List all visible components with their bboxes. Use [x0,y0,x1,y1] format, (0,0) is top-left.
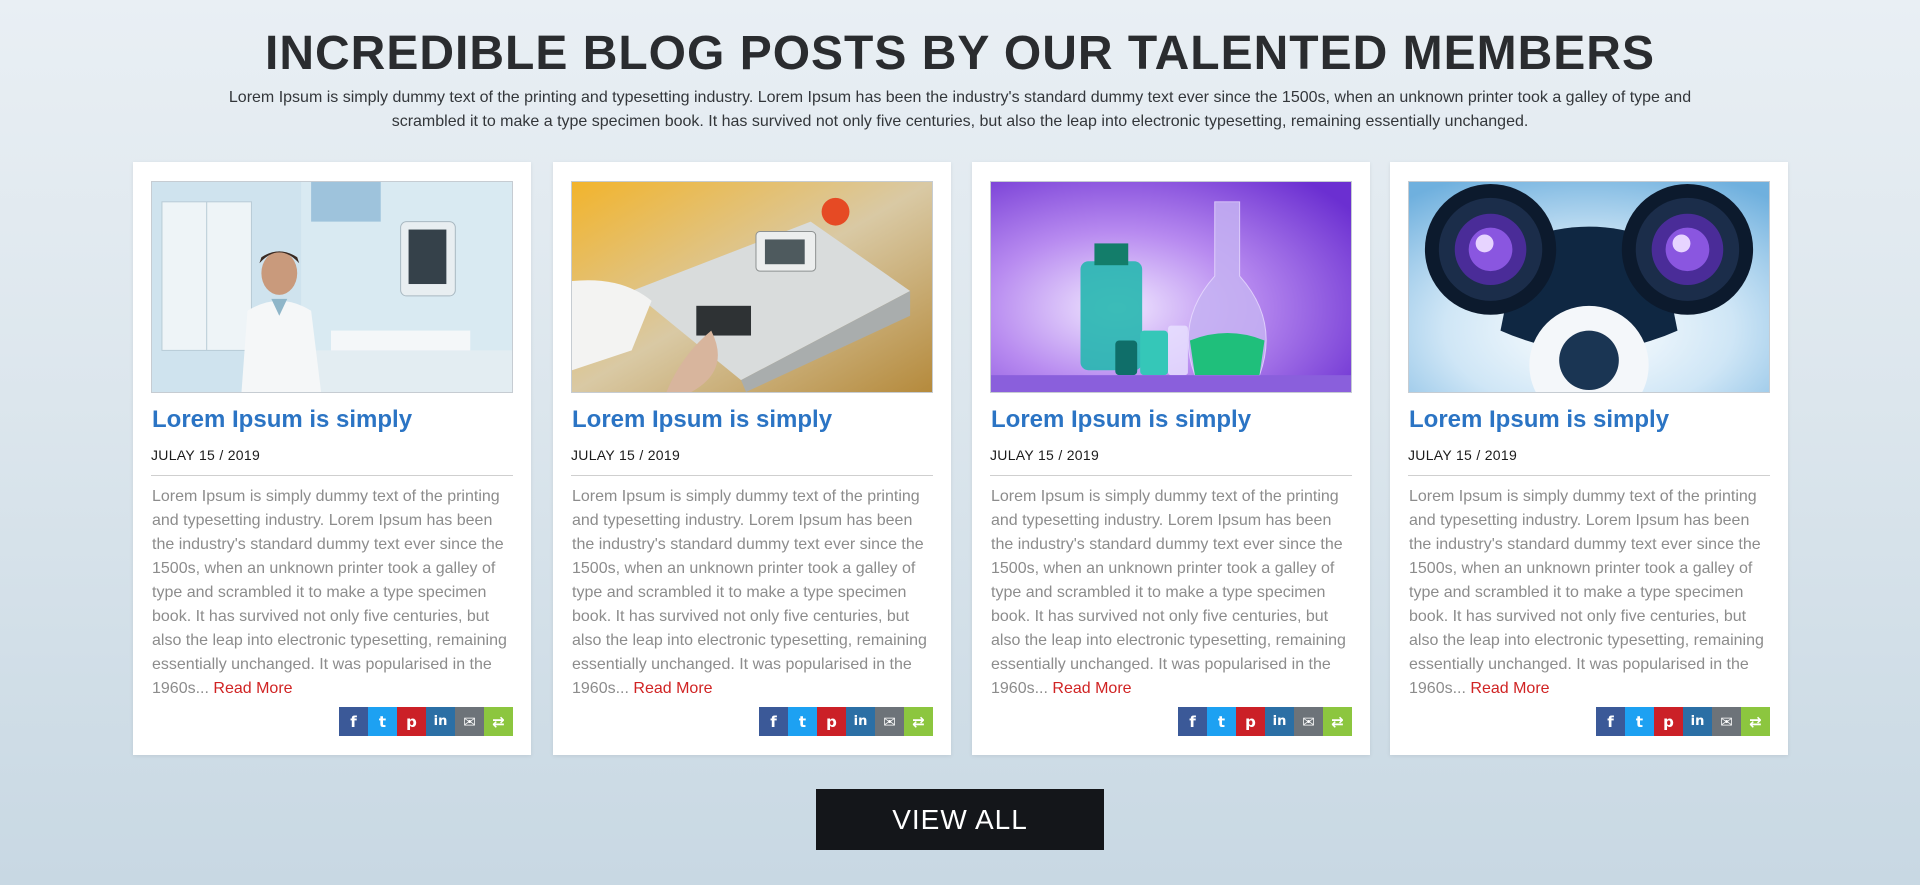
facebook-icon[interactable]: f [1596,707,1625,736]
email-icon[interactable]: ✉ [455,707,484,736]
post-excerpt: Lorem Ipsum is simply dummy text of the … [991,485,1355,701]
read-more-link[interactable]: Read More [213,680,292,697]
post-excerpt: Lorem Ipsum is simply dummy text of the … [1409,485,1773,701]
post-excerpt-text: Lorem Ipsum is simply dummy text of the … [572,488,927,697]
post-excerpt-text: Lorem Ipsum is simply dummy text of the … [1409,488,1764,697]
post-image-lab-analyzer[interactable] [571,181,933,393]
share-bar: f t p in ✉ ⇄ [1178,707,1352,736]
twitter-icon[interactable]: t [1207,707,1236,736]
twitter-icon[interactable]: t [788,707,817,736]
share-bar: f t p in ✉ ⇄ [1596,707,1770,736]
linkedin-icon[interactable]: in [426,707,455,736]
view-all-button[interactable]: VIEW ALL [816,789,1104,850]
share-bar: f t p in ✉ ⇄ [339,707,513,736]
divider [1408,475,1770,476]
post-title[interactable]: Lorem Ipsum is simply [1409,405,1669,435]
post-image-doctor[interactable] [151,181,513,393]
post-excerpt-text: Lorem Ipsum is simply dummy text of the … [152,488,507,697]
divider [990,475,1352,476]
facebook-icon[interactable]: f [759,707,788,736]
share-bar: f t p in ✉ ⇄ [759,707,933,736]
twitter-icon[interactable]: t [368,707,397,736]
read-more-link[interactable]: Read More [1470,680,1549,697]
doctor-ultrasound-image [152,182,512,392]
divider [151,475,513,476]
email-icon[interactable]: ✉ [1712,707,1741,736]
read-more-link[interactable]: Read More [1052,680,1131,697]
blog-card: Lorem Ipsum is simply JULAY 15 / 2019 Lo… [972,162,1370,755]
share-icon[interactable]: ⇄ [1741,707,1770,736]
pinterest-icon[interactable]: p [817,707,846,736]
post-title[interactable]: Lorem Ipsum is simply [152,405,412,435]
pinterest-icon[interactable]: p [1654,707,1683,736]
linkedin-icon[interactable]: in [1683,707,1712,736]
facebook-icon[interactable]: f [339,707,368,736]
blog-card: Lorem Ipsum is simply JULAY 15 / 2019 Lo… [133,162,531,755]
pinterest-icon[interactable]: p [1236,707,1265,736]
post-image-microscope[interactable] [1408,181,1770,393]
blog-card: Lorem Ipsum is simply JULAY 15 / 2019 Lo… [553,162,951,755]
post-date: JULAY 15 / 2019 [1408,447,1518,463]
linkedin-icon[interactable]: in [846,707,875,736]
post-excerpt-text: Lorem Ipsum is simply dummy text of the … [991,488,1346,697]
post-date: JULAY 15 / 2019 [571,447,681,463]
section-intro: Lorem Ipsum is simply dummy text of the … [228,89,1692,130]
lab-glassware-image [991,182,1351,392]
email-icon[interactable]: ✉ [875,707,904,736]
post-image-glassware[interactable] [990,181,1352,393]
share-icon[interactable]: ⇄ [484,707,513,736]
post-title[interactable]: Lorem Ipsum is simply [991,405,1251,435]
microscope-image [1409,182,1769,392]
twitter-icon[interactable]: t [1625,707,1654,736]
post-excerpt: Lorem Ipsum is simply dummy text of the … [152,485,516,701]
share-icon[interactable]: ⇄ [904,707,933,736]
email-icon[interactable]: ✉ [1294,707,1323,736]
pinterest-icon[interactable]: p [397,707,426,736]
lab-analyzer-image [572,182,932,392]
facebook-icon[interactable]: f [1178,707,1207,736]
post-title[interactable]: Lorem Ipsum is simply [572,405,832,435]
section-title: INCREDIBLE BLOG POSTS BY OUR TALENTED ME… [265,27,1655,80]
post-date: JULAY 15 / 2019 [151,447,261,463]
divider [571,475,933,476]
linkedin-icon[interactable]: in [1265,707,1294,736]
post-excerpt: Lorem Ipsum is simply dummy text of the … [572,485,936,701]
blog-card-grid: Lorem Ipsum is simply JULAY 15 / 2019 Lo… [133,162,1788,755]
share-icon[interactable]: ⇄ [1323,707,1352,736]
blog-card: Lorem Ipsum is simply JULAY 15 / 2019 Lo… [1390,162,1788,755]
post-date: JULAY 15 / 2019 [990,447,1100,463]
read-more-link[interactable]: Read More [633,680,712,697]
